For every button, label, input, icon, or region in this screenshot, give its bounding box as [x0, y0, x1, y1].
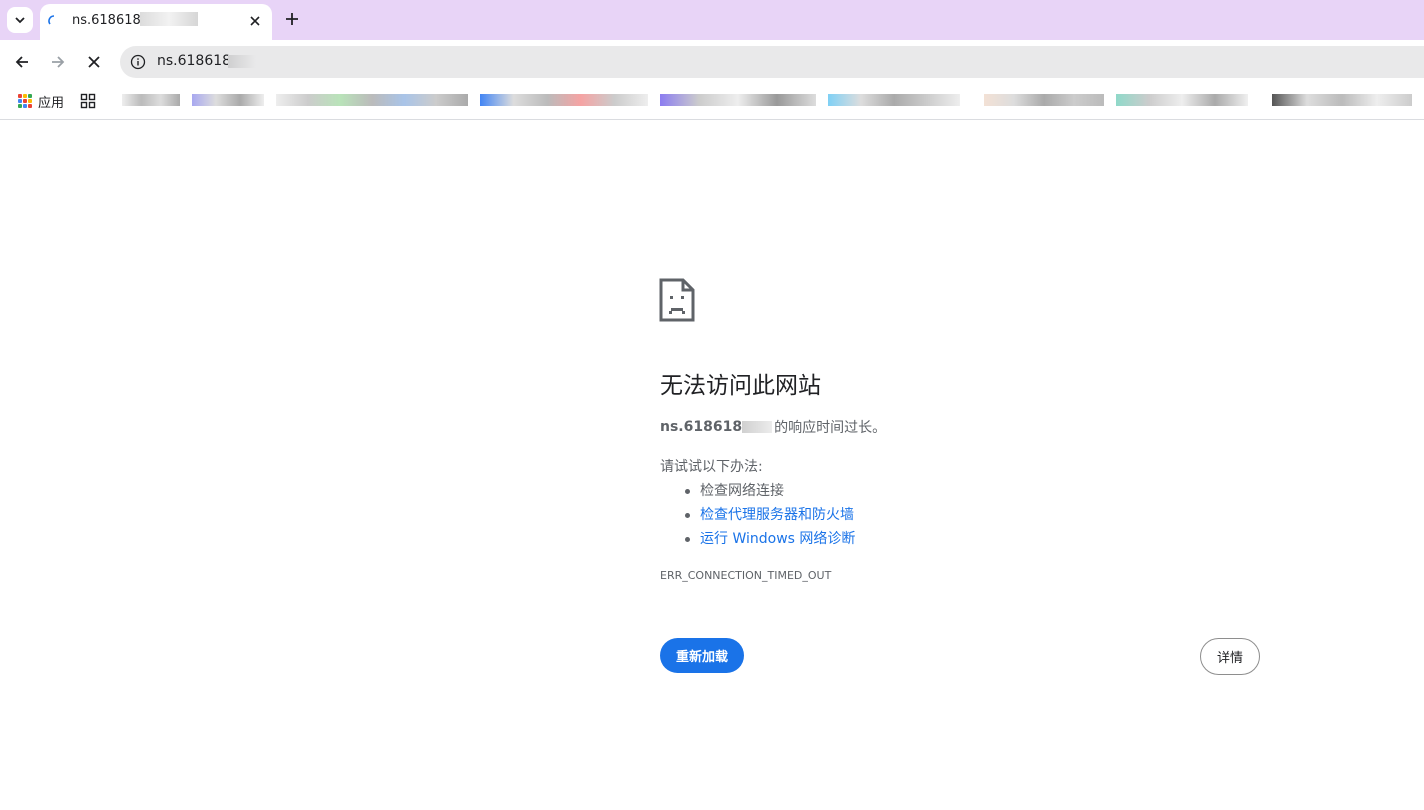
- back-arrow-icon: [15, 56, 28, 68]
- address-bar[interactable]: ns.618618..: [120, 46, 1424, 78]
- redacted-bookmark[interactable]: [828, 94, 960, 106]
- suggestions-list: 检查网络连接 检查代理服务器和防火墙 运行 Windows 网络诊断: [684, 479, 855, 551]
- error-message: 的响应时间过长。: [774, 420, 887, 436]
- redacted-bookmark[interactable]: [276, 94, 468, 106]
- redacted-bookmark[interactable]: [660, 94, 816, 106]
- sad-document-icon: [659, 278, 695, 322]
- new-tab-button[interactable]: [282, 9, 302, 29]
- redacted-bookmark[interactable]: [480, 94, 648, 106]
- error-title: 无法访问此网站: [660, 373, 821, 399]
- back-button[interactable]: [10, 50, 34, 74]
- redacted-host: [742, 421, 773, 433]
- forward-button[interactable]: [46, 50, 70, 74]
- tab-groups-icon[interactable]: [80, 93, 96, 109]
- loading-spinner-icon: [48, 15, 55, 25]
- redacted-bookmark[interactable]: [1116, 94, 1248, 106]
- stop-icon: [88, 56, 100, 68]
- plus-icon: [286, 13, 298, 25]
- active-tab[interactable]: ns.618618..: [40, 4, 272, 40]
- stop-loading-button[interactable]: [82, 50, 106, 74]
- tab-strip: ns.618618..: [0, 0, 1424, 40]
- chevron-down-icon: [15, 17, 25, 24]
- close-icon: [250, 16, 260, 26]
- reload-button[interactable]: 重新加载: [660, 638, 744, 673]
- apps-label: 应用: [38, 95, 65, 111]
- error-description: ns.618618 的响应时间过长。: [660, 417, 886, 437]
- tab-search-button[interactable]: [7, 7, 33, 33]
- redacted-bookmark[interactable]: [122, 94, 180, 106]
- apps-icon: [18, 94, 32, 108]
- redacted-bookmark[interactable]: [192, 94, 264, 106]
- error-page: 无法访问此网站 ns.618618 的响应时间过长。 请试试以下办法: 检查网络…: [0, 121, 1424, 810]
- toolbar: ns.618618..: [0, 40, 1424, 84]
- redacted-tab-title: [140, 12, 198, 26]
- info-icon[interactable]: [130, 54, 146, 70]
- forward-arrow-icon: [52, 56, 65, 68]
- suggestion-check-network: 检查网络连接: [684, 479, 855, 503]
- tab-title: ns.618618..: [72, 13, 150, 28]
- tab-close-button[interactable]: [246, 12, 264, 30]
- suggestions-heading: 请试试以下办法:: [660, 459, 763, 475]
- redacted-url: [228, 55, 256, 68]
- error-host: ns.618618: [660, 419, 743, 435]
- redacted-bookmark[interactable]: [984, 94, 1104, 106]
- error-code: ERR_CONNECTION_TIMED_OUT: [660, 569, 832, 582]
- suggestion-run-diagnostics-link[interactable]: 运行 Windows 网络诊断: [684, 527, 855, 551]
- bookmarks-bar: 应用: [0, 84, 1424, 120]
- bookmark-apps[interactable]: 应用: [18, 92, 65, 111]
- redacted-bookmark[interactable]: [1272, 94, 1412, 106]
- suggestion-check-proxy-link[interactable]: 检查代理服务器和防火墙: [684, 503, 855, 527]
- details-button[interactable]: 详情: [1200, 638, 1260, 675]
